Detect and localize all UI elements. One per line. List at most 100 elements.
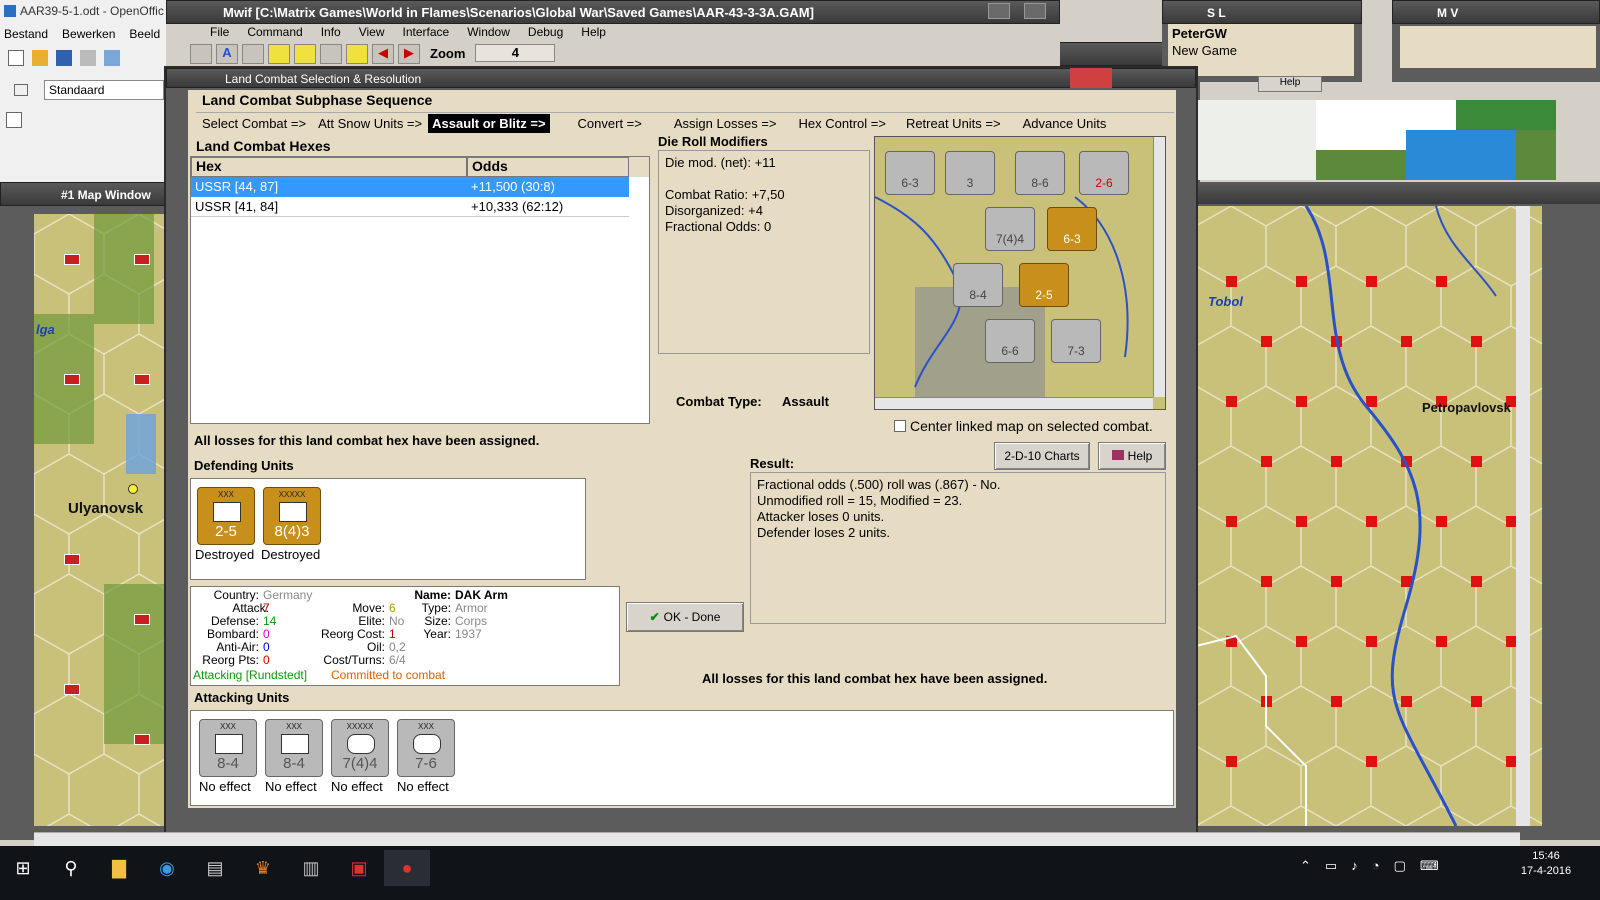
clock[interactable]: 15:46 17-4-2016 — [1516, 849, 1576, 879]
map-area-right[interactable]: Tobol Petropavlovsk — [1196, 206, 1542, 826]
charts-button[interactable]: 2-D-10 Charts — [994, 442, 1090, 470]
oo-toolbar — [8, 50, 168, 72]
oo-style-box[interactable]: Standaard — [44, 80, 164, 100]
minimap-unit[interactable]: 6-3 — [1047, 207, 1097, 251]
pencil-icon[interactable] — [320, 44, 342, 64]
reorg-pts-label: Reorg Pts: — [202, 653, 259, 667]
oo-menu-bestand[interactable]: Bestand — [4, 27, 48, 41]
text-a-icon[interactable]: A — [216, 44, 238, 64]
document-icon[interactable]: ▥ — [288, 850, 334, 886]
oo-menu-bewerken[interactable]: Bewerken — [62, 27, 115, 41]
menu-command[interactable]: Command — [247, 25, 302, 39]
volga-river-label: lga — [36, 322, 55, 337]
center-map-checkbox[interactable] — [894, 420, 906, 432]
defender-unit[interactable]: XXX 2-5 — [197, 487, 255, 545]
help-button[interactable]: Help — [1098, 442, 1166, 470]
minimap-hscroll[interactable] — [875, 397, 1153, 409]
minimize-button[interactable] — [988, 3, 1010, 19]
app-icon[interactable]: ▤ — [192, 850, 238, 886]
oo-title: AAR39-5-1.odt - OpenOffic — [20, 4, 164, 18]
wifi-icon[interactable]: ◔ — [1372, 858, 1380, 874]
minimap-unit[interactable]: 2-5 — [1019, 263, 1069, 307]
attacker-unit[interactable]: XXXXX 7(4)4 — [331, 719, 389, 777]
search-icon[interactable]: ⚲ — [48, 850, 94, 886]
menu-info[interactable]: Info — [321, 25, 341, 39]
defender-unit[interactable]: XXXXX 8(4)3 — [263, 487, 321, 545]
col-odds[interactable]: Odds — [467, 157, 629, 177]
grid2-icon[interactable] — [294, 44, 316, 64]
table-row[interactable]: USSR [44, 87] +11,500 (30:8) — [191, 177, 629, 197]
grid-icon[interactable] — [268, 44, 290, 64]
minimap-vscroll[interactable] — [1153, 137, 1165, 397]
zoom-slider[interactable]: 4 — [475, 44, 556, 62]
new-doc-icon[interactable] — [8, 50, 24, 66]
sequence-title: Land Combat Subphase Sequence — [202, 92, 433, 108]
styles-icon[interactable] — [14, 84, 28, 96]
minimap-unit[interactable]: 7(4)4 — [985, 207, 1035, 251]
minimap-unit[interactable]: 2-6 — [1079, 151, 1129, 195]
open-folder-icon[interactable] — [32, 50, 48, 66]
dialog-close-button[interactable] — [1070, 68, 1112, 88]
year-value: 1937 — [455, 627, 482, 641]
result-box: Fractional odds (.500) roll was (.867) -… — [750, 472, 1166, 624]
flag-icon[interactable] — [346, 44, 368, 64]
ok-done-button[interactable]: ✔ OK - Done — [626, 602, 744, 632]
minimap-unit[interactable]: 8-4 — [953, 263, 1003, 307]
edit-icon[interactable] — [104, 50, 120, 66]
modifiers-box: Die mod. (net): +11 Combat Ratio: +7,50 … — [658, 150, 870, 354]
hexes-title: Land Combat Hexes — [196, 138, 331, 154]
mwif-taskbar-icon[interactable]: ● — [384, 850, 430, 886]
volume-icon[interactable]: ♪ — [1351, 858, 1358, 874]
chevron-up-icon[interactable]: ⌃ — [1300, 858, 1311, 874]
email-icon[interactable] — [80, 50, 96, 66]
minimap-unit[interactable]: 6-6 — [985, 319, 1035, 363]
close-button[interactable] — [1024, 3, 1046, 19]
map-hscroll[interactable] — [34, 832, 1520, 846]
losses-msg-top: All losses for this land combat hex have… — [194, 433, 540, 448]
modifier-fractional-odds: Fractional Odds: 0 — [665, 219, 772, 234]
row-hex-cell: USSR [41, 84] — [195, 199, 279, 214]
plane-icon[interactable] — [190, 44, 212, 64]
map-scrollbar-right[interactable] — [1516, 206, 1530, 826]
game-icon[interactable]: ♛ — [240, 850, 286, 886]
keyboard-icon[interactable]: ⌨ — [1420, 858, 1439, 874]
menu-help[interactable]: Help — [581, 25, 606, 39]
file-explorer-icon[interactable]: ▇ — [96, 850, 142, 886]
menu-interface[interactable]: Interface — [403, 25, 450, 39]
browser-icon[interactable]: ◉ — [144, 850, 190, 886]
pdf-icon[interactable]: ▣ — [336, 850, 382, 886]
map-area-left[interactable]: lga Ulyanovsk — [34, 214, 164, 826]
arrow-right-icon[interactable]: ▶ — [398, 44, 420, 64]
ruler-corner-icon[interactable] — [6, 112, 22, 128]
global-map-view[interactable] — [1196, 100, 1556, 180]
attacker-unit[interactable]: XXX 8-4 — [265, 719, 323, 777]
minimap-unit[interactable]: 8-6 — [1015, 151, 1065, 195]
save-icon[interactable] — [56, 50, 72, 66]
combat-minimap[interactable]: 6-3 3 8-6 2-6 7(4)4 6-3 8-4 2-5 6-6 7-3 — [874, 136, 1166, 410]
committed-status: Committed to combat — [331, 668, 446, 682]
notification-icon[interactable]: ▢ — [1394, 858, 1406, 874]
year-label: Year: — [423, 627, 451, 641]
minimap-unit[interactable]: 7-3 — [1051, 319, 1101, 363]
table-row[interactable]: USSR [41, 84] +10,333 (62:12) — [191, 197, 629, 217]
menu-window[interactable]: Window — [467, 25, 510, 39]
menu-view[interactable]: View — [359, 25, 385, 39]
oo-app-icon — [4, 5, 16, 17]
gear-yellow-icon[interactable] — [242, 44, 264, 64]
oo-menu-beeld[interactable]: Beeld — [129, 27, 160, 41]
menu-file[interactable]: File — [210, 25, 229, 39]
battery-icon[interactable]: ▭ — [1325, 858, 1337, 874]
attacker-unit[interactable]: XXX 8-4 — [199, 719, 257, 777]
menu-debug[interactable]: Debug — [528, 25, 563, 39]
col-hex[interactable]: Hex — [191, 157, 467, 177]
combat-type-value: Assault — [782, 394, 829, 409]
checkmark-icon: ✔ — [649, 610, 660, 624]
minimap-unit[interactable]: 3 — [945, 151, 995, 195]
minimap-unit[interactable]: 6-3 — [885, 151, 935, 195]
attackers-box: XXX 8-4 No effect XXX 8-4 No effect XXXX… — [190, 710, 1174, 806]
sl-help-button[interactable]: Help — [1258, 76, 1322, 92]
arrow-left-icon[interactable]: ◀ — [372, 44, 394, 64]
seq-assault-or-blitz: Assault or Blitz => — [428, 114, 550, 133]
attacker-unit[interactable]: XXX 7-6 — [397, 719, 455, 777]
start-windows-icon[interactable]: ⊞ — [0, 850, 46, 886]
